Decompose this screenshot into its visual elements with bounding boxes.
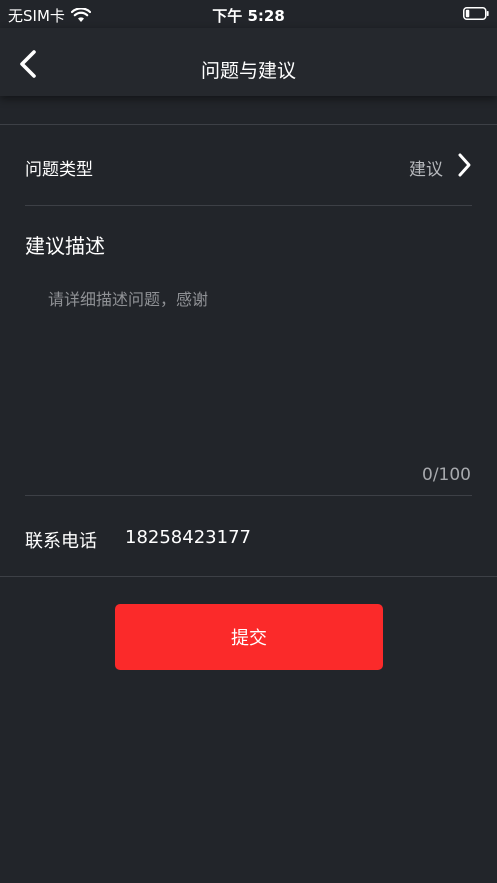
- phone-label: 联系电话: [25, 531, 97, 552]
- problem-type-value: 建议: [409, 160, 443, 180]
- divider: [25, 495, 472, 496]
- submit-button[interactable]: 提交: [115, 604, 383, 670]
- description-input[interactable]: [36, 286, 466, 446]
- page-title: 问题与建议: [200, 60, 296, 82]
- problem-type-label: 问题类型: [25, 160, 93, 180]
- character-counter: 0/100: [422, 465, 471, 485]
- navigation-bar: 问题与建议: [0, 28, 497, 96]
- chevron-right-icon: [458, 153, 471, 177]
- battery-icon: [463, 7, 489, 20]
- divider: [0, 124, 497, 125]
- status-time: 下午 5:28: [212, 7, 285, 25]
- status-bar: 无SIM卡 下午 5:28: [0, 0, 497, 28]
- description-title: 建议描述: [25, 234, 105, 258]
- divider: [25, 205, 472, 206]
- phone-value[interactable]: 18258423177: [125, 527, 251, 548]
- divider: [0, 576, 497, 577]
